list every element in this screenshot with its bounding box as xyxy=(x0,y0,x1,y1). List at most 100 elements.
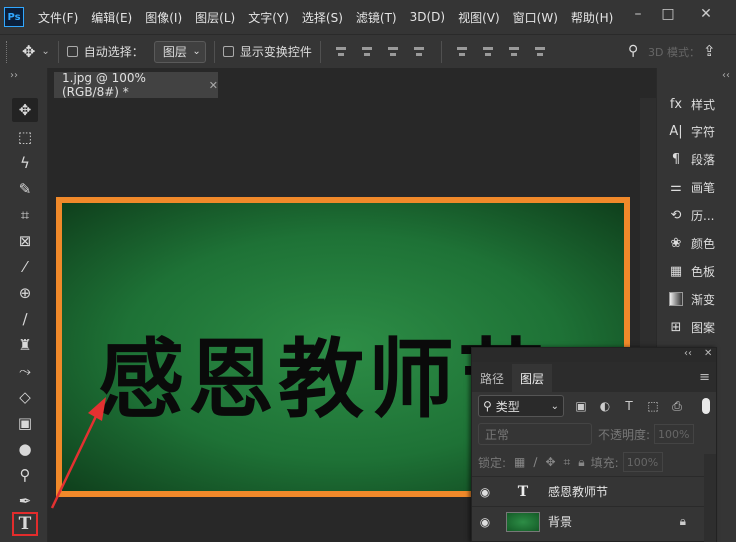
history-brush-tool-icon[interactable]: ⤳ xyxy=(12,359,38,383)
menu-window[interactable]: 窗口(W) xyxy=(513,9,558,26)
photoshop-logo-icon: Ps xyxy=(4,7,24,27)
dock-item-character[interactable]: A| 字符 xyxy=(667,120,733,142)
menu-view[interactable]: 视图(V) xyxy=(458,9,500,26)
blend-mode-dropdown[interactable]: 正常 xyxy=(478,423,592,445)
dock-item-styles[interactable]: fx 样式 xyxy=(667,93,733,115)
align-top-icon[interactable] xyxy=(455,44,471,60)
opacity-field[interactable]: 100% xyxy=(654,424,695,444)
smart-object-filter-icon[interactable]: ⎙ xyxy=(670,399,684,413)
lock-pixels-icon[interactable]: ∕ xyxy=(533,455,537,469)
move-tool-icon[interactable]: ✥ xyxy=(12,98,38,122)
panel-menu-icon[interactable]: ≡ xyxy=(699,370,710,385)
align-left-icon[interactable] xyxy=(334,44,350,60)
gradient-tool-icon[interactable]: ▣ xyxy=(12,411,38,435)
close-icon[interactable]: ✕ xyxy=(704,348,712,359)
move-tool-icon[interactable]: ✥ xyxy=(22,42,35,61)
lock-position-icon[interactable]: ✥ xyxy=(545,455,555,469)
eyedropper-tool-icon[interactable]: ⁄ xyxy=(12,255,38,279)
menu-select[interactable]: 选择(S) xyxy=(302,9,343,26)
maximize-button[interactable]: □ xyxy=(652,0,684,28)
layer-name[interactable]: 感恩教师节 xyxy=(548,483,608,500)
menu-file[interactable]: 文件(F) xyxy=(38,9,78,26)
collapse-icon[interactable]: ›› xyxy=(10,70,18,81)
menu-3d[interactable]: 3D(D) xyxy=(410,10,445,24)
filter-toggle[interactable] xyxy=(702,398,710,414)
tab-layers[interactable]: 图层 xyxy=(512,364,553,392)
layer-row[interactable]: ◉ 背景 🔒︎ xyxy=(472,506,716,536)
align-middle-icon[interactable] xyxy=(481,44,497,60)
type-filter-icon[interactable]: T xyxy=(622,399,636,413)
dock-item-history[interactable]: ⟲ 历... xyxy=(667,204,733,226)
shape-filter-icon[interactable]: ⬚ xyxy=(646,399,660,413)
brush-tool-icon[interactable]: ∕ xyxy=(12,307,38,331)
distribute-icon[interactable] xyxy=(412,44,428,60)
auto-select-target-dropdown[interactable]: 图层 ⌄ xyxy=(153,40,206,63)
align-right-icon[interactable] xyxy=(386,44,402,60)
blur-tool-icon[interactable]: ● xyxy=(12,437,38,461)
dock-label: 段落 xyxy=(691,152,716,167)
lock-transparency-icon[interactable]: ▦ xyxy=(514,455,525,469)
menu-bar: Ps 文件(F) 编辑(E) 图像(I) 图层(L) 文字(Y) 选择(S) 滤… xyxy=(0,0,736,34)
chevron-down-icon[interactable]: ⌄ xyxy=(41,46,49,57)
dock-item-swatches[interactable]: ▦ 色板 xyxy=(667,260,733,282)
search-icon[interactable]: ⚲ xyxy=(628,43,638,59)
options-grip[interactable] xyxy=(6,40,10,63)
minimize-button[interactable]: – xyxy=(622,0,654,28)
crop-tool-icon[interactable]: ⌗ xyxy=(12,203,38,227)
quick-select-tool-icon[interactable]: ✎ xyxy=(12,177,38,201)
lock-all-icon[interactable]: 🔒︎ xyxy=(578,455,584,470)
adjustment-filter-icon[interactable]: ◐ xyxy=(598,399,612,413)
dock-item-gradients[interactable]: 渐变 xyxy=(667,288,733,310)
dock-item-brush[interactable]: ⚌ 画笔 xyxy=(667,176,733,198)
eraser-tool-icon[interactable]: ◇ xyxy=(12,385,38,409)
panel-header[interactable]: ‹‹ ✕ xyxy=(472,348,716,362)
lasso-tool-icon[interactable]: ϟ xyxy=(12,151,38,175)
tab-paths[interactable]: 路径 xyxy=(472,364,512,392)
pen-tool-icon[interactable]: ✒ xyxy=(12,489,38,513)
document-tab[interactable]: 1.jpg @ 100%(RGB/8#) * ✕ xyxy=(54,71,218,99)
close-window-button[interactable]: ✕ xyxy=(690,0,722,28)
dock-label: 历... xyxy=(691,208,715,223)
menu-type[interactable]: 文字(Y) xyxy=(248,9,289,26)
divider xyxy=(319,40,321,63)
layer-row[interactable]: ◉ T 感恩教师节 xyxy=(472,476,716,506)
frame-tool-icon[interactable]: ⊠ xyxy=(12,229,38,253)
menu-help[interactable]: 帮助(H) xyxy=(571,9,613,26)
dock-item-patterns[interactable]: ⊞ 图案 xyxy=(667,316,733,338)
lock-artboard-icon[interactable]: ⌗ xyxy=(564,455,571,470)
collapse-icon[interactable]: ‹‹ xyxy=(722,70,730,81)
panel-tabs: 路径 图层 ≡ xyxy=(472,362,716,392)
menu-edit[interactable]: 编辑(E) xyxy=(91,9,132,26)
type-tool-icon[interactable]: T xyxy=(12,512,38,536)
auto-select-checkbox[interactable] xyxy=(66,46,78,57)
stamp-tool-icon[interactable]: ♜ xyxy=(12,333,38,357)
show-transform-checkbox[interactable] xyxy=(222,46,234,57)
align-bottom-icon[interactable] xyxy=(507,44,523,60)
menu-image[interactable]: 图像(I) xyxy=(145,9,182,26)
layer-filter-dropdown[interactable]: ⚲ 类型 ⌄ xyxy=(478,395,564,417)
3d-mode-label: 3D 模式： xyxy=(648,46,700,59)
dock-item-color[interactable]: ❀ 颜色 xyxy=(667,232,733,254)
marquee-tool-icon[interactable]: ⬚ xyxy=(12,125,38,149)
fill-field[interactable]: 100% xyxy=(622,452,663,472)
layer-name[interactable]: 背景 xyxy=(548,513,572,530)
healing-tool-icon[interactable]: ⊕ xyxy=(12,281,38,305)
eye-icon[interactable]: ◉ xyxy=(472,485,498,499)
lock-icon: 🔒︎ xyxy=(679,514,686,528)
menu-layer[interactable]: 图层(L) xyxy=(195,9,235,26)
dock-label: 字符 xyxy=(691,124,716,139)
layers-scrollbar[interactable] xyxy=(704,454,716,542)
share-icon[interactable]: ⇪ xyxy=(703,42,716,60)
close-icon[interactable]: ✕ xyxy=(209,79,218,92)
collapse-icon[interactable]: ‹‹ xyxy=(684,348,692,359)
align-center-icon[interactable] xyxy=(360,44,376,60)
paragraph-icon: ¶ xyxy=(671,151,681,167)
dodge-tool-icon[interactable]: ⚲ xyxy=(12,463,38,487)
pixel-filter-icon[interactable]: ▣ xyxy=(574,399,588,413)
menu-filter[interactable]: 滤镜(T) xyxy=(356,9,397,26)
lock-label: 锁定: xyxy=(478,455,507,470)
eye-icon[interactable]: ◉ xyxy=(472,515,498,529)
dock-item-paragraph[interactable]: ¶ 段落 xyxy=(667,148,733,170)
gradient-icon xyxy=(667,290,685,308)
distribute-vertical-icon[interactable] xyxy=(533,44,549,60)
